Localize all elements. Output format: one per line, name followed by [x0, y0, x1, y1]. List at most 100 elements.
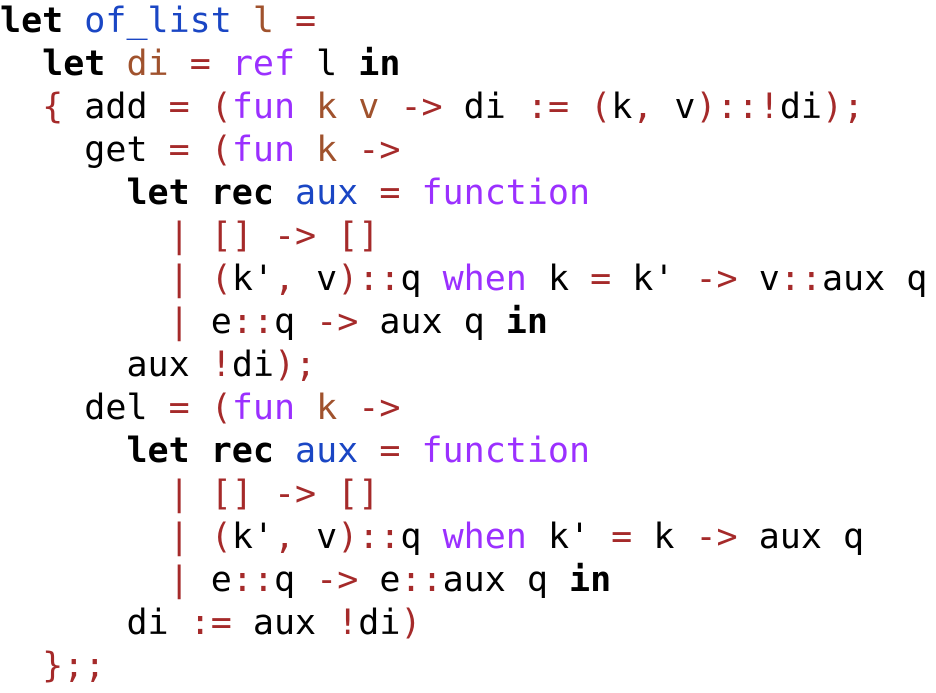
code-token-plain: di	[231, 345, 274, 385]
code-token-operator: ->	[358, 130, 401, 170]
code-token-operator: |	[168, 302, 190, 342]
code-token-operator: :=	[189, 603, 232, 643]
code-line: | e::q -> e::aux q in	[0, 559, 936, 602]
code-token-plain: k	[526, 259, 591, 299]
code-token-operator: ,	[273, 259, 296, 299]
code-token-operator: :=	[526, 87, 570, 127]
code-token-binding: k	[316, 87, 338, 127]
code-token-plain: k	[611, 87, 633, 127]
code-token-plain: e	[358, 560, 401, 600]
code-token-definition: of_list	[84, 1, 232, 41]
code-token-operator: |	[168, 216, 190, 256]
code-token-binding: k	[316, 130, 338, 170]
code-token-operator: ->	[400, 87, 443, 127]
code-token-operator: []	[210, 216, 253, 256]
code-token-keyword: let	[126, 431, 190, 471]
code-line: let rec aux = function	[0, 172, 936, 215]
code-token-binding: di	[126, 44, 169, 84]
code-token-operator: =	[379, 431, 401, 471]
code-token-operator: ->	[695, 517, 738, 557]
code-token-builtin: when	[442, 259, 527, 299]
code-line: let di = ref l in	[0, 43, 936, 86]
code-token-builtin: ref	[231, 44, 296, 84]
code-token-operator: ->	[358, 388, 401, 428]
code-token-plain: add	[63, 87, 169, 127]
code-token-plain: e	[189, 302, 232, 342]
code-token-plain: k'	[231, 259, 274, 299]
code-token-builtin: fun	[231, 130, 296, 170]
code-token-builtin: function	[421, 431, 591, 471]
code-token-operator: =	[295, 1, 317, 41]
code-line: del = (fun k ->	[0, 387, 936, 430]
code-token-plain: di	[358, 603, 401, 643]
code-token-plain: di	[779, 87, 822, 127]
code-line: | e::q -> aux q in	[0, 301, 936, 344]
code-token-plain: v	[295, 517, 338, 557]
code-token-builtin: function	[421, 173, 591, 213]
code-token-plain: v	[737, 259, 780, 299]
code-token-plain: aux	[231, 603, 338, 643]
code-token-plain: l	[295, 44, 359, 84]
code-token-operator: ::	[231, 302, 274, 342]
code-token-operator: !	[337, 603, 359, 643]
code-token-builtin: fun	[231, 87, 296, 127]
code-token-operator: );	[273, 345, 317, 385]
code-token-keyword: let	[126, 173, 190, 213]
code-token-keyword: let	[42, 44, 106, 84]
code-token-operator: ::	[779, 259, 822, 299]
code-token-operator: ,	[273, 517, 296, 557]
code-token-plain: get	[84, 130, 169, 170]
code-token-plain: aux q	[821, 259, 928, 299]
code-token-operator: ->	[316, 302, 359, 342]
code-token-binding: l	[252, 1, 274, 41]
code-token-operator: []	[337, 216, 380, 256]
code-token-operator: =	[168, 388, 190, 428]
code-token-binding: k	[316, 388, 338, 428]
code-token-operator: =	[189, 44, 211, 84]
code-token-plain: aux q	[358, 302, 506, 342]
code-token-operator: ->	[316, 560, 359, 600]
code-token-builtin: when	[442, 517, 527, 557]
code-token-plain: del	[84, 388, 169, 428]
code-token-plain: e	[189, 560, 232, 600]
code-token-plain: k'	[611, 259, 696, 299]
code-token-plain: v	[653, 87, 696, 127]
code-token-operator: )	[400, 603, 422, 643]
code-token-keyword: in	[569, 560, 612, 600]
code-token-plain: q	[273, 560, 317, 600]
code-token-operator: (	[210, 388, 232, 428]
code-token-operator: ,	[632, 87, 654, 127]
code-line: | [] -> []	[0, 473, 936, 516]
code-block: let of_list l = let di = ref l in { add …	[0, 0, 936, 693]
code-token-plain: aux q	[737, 517, 865, 557]
code-token-operator: (	[210, 87, 232, 127]
code-token-plain: di	[126, 603, 190, 643]
code-token-operator: );	[821, 87, 865, 127]
code-token-operator: ->	[695, 259, 738, 299]
